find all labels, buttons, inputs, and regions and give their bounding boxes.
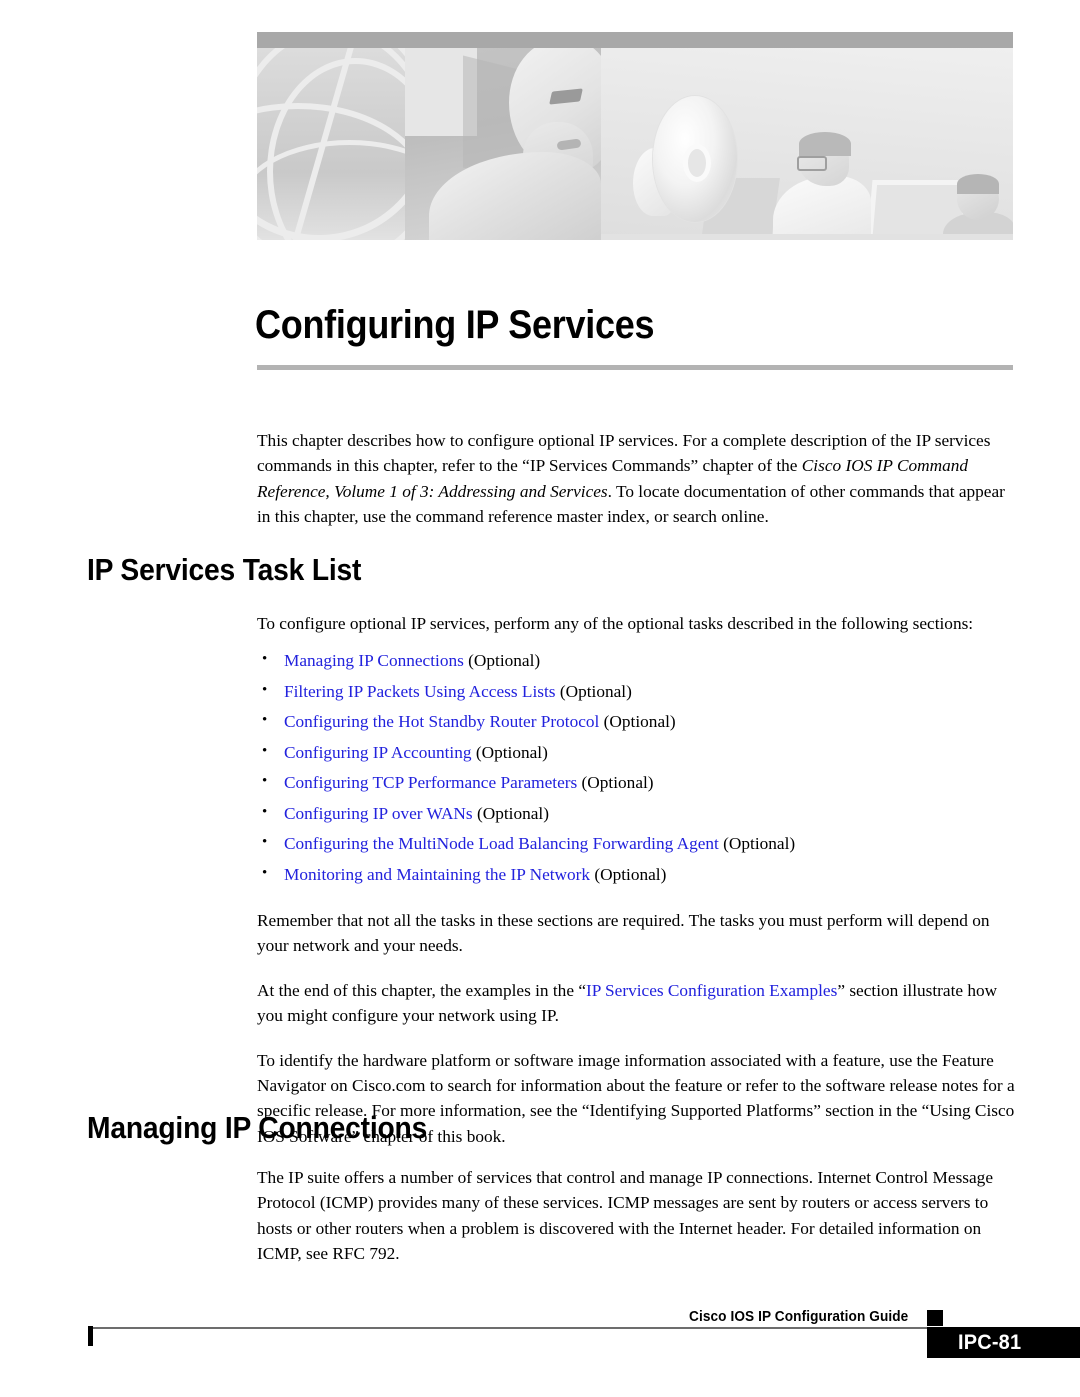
- link-filtering-ip-packets[interactable]: Filtering IP Packets Using Access Lists: [284, 682, 556, 701]
- section-heading-task-list: IP Services Task List: [87, 552, 362, 587]
- optional-tag: (Optional): [472, 803, 549, 823]
- chapter-intro: This chapter describes how to configure …: [257, 428, 1017, 549]
- managing-ip-connections-section: The IP suite offers a number of services…: [257, 1165, 1017, 1286]
- link-tcp-performance-parameters[interactable]: Configuring TCP Performance Parameters: [284, 773, 577, 792]
- paragraph-examples: At the end of this chapter, the examples…: [257, 978, 1017, 1029]
- footer-divider: [88, 1327, 1013, 1329]
- optional-tag: (Optional): [718, 834, 796, 854]
- chapter-title: Configuring IP Services: [255, 303, 655, 347]
- paragraph-icmp: The IP suite offers a number of services…: [257, 1168, 993, 1264]
- list-item: Configuring the MultiNode Load Balancing…: [257, 830, 1017, 856]
- person-hair: [957, 174, 999, 194]
- list-item: Configuring IP over WANs (Optional): [257, 800, 1017, 826]
- disc-hole: [683, 144, 711, 182]
- footer-guide-title: Cisco IOS IP Configuration Guide: [688, 1309, 908, 1325]
- list-item: Managing IP Connections (Optional): [257, 647, 1017, 673]
- task-list-section: To configure optional IP services, perfo…: [257, 611, 1017, 1168]
- task-list-lead: To configure optional IP services, perfo…: [257, 614, 974, 633]
- examples-text-before: At the end of this chapter, the examples…: [257, 980, 586, 1000]
- intro-paragraph: This chapter describes how to configure …: [257, 428, 1017, 530]
- banner-artwork: [257, 48, 1013, 240]
- task-list: Managing IP Connections (Optional) Filte…: [257, 647, 1017, 887]
- optional-tag: (Optional): [577, 773, 654, 793]
- optional-tag: (Optional): [590, 864, 667, 884]
- stylized-face-illustration: [405, 48, 601, 240]
- list-item: Configuring TCP Performance Parameters (…: [257, 769, 1017, 795]
- list-item: Configuring IP Accounting (Optional): [257, 739, 1017, 765]
- globe-wireframe-icon: [257, 48, 405, 240]
- chapter-banner-image: [257, 32, 1013, 240]
- page-number: IPC-81: [958, 1331, 1022, 1354]
- title-divider: [257, 365, 1013, 370]
- person-hair: [799, 132, 851, 156]
- list-item: Configuring the Hot Standby Router Proto…: [257, 708, 1017, 734]
- glasses-icon: [797, 156, 827, 171]
- optional-tag: (Optional): [471, 742, 548, 762]
- paragraph-remember: Remember that not all the tasks in these…: [257, 910, 990, 956]
- banner-top-strip: [257, 32, 1013, 48]
- link-hot-standby-router-protocol[interactable]: Configuring the Hot Standby Router Proto…: [284, 712, 599, 731]
- link-configuring-ip-over-wans[interactable]: Configuring IP over WANs: [284, 804, 473, 823]
- link-managing-ip-connections[interactable]: Managing IP Connections: [284, 651, 464, 670]
- section-heading-managing-ip-connections: Managing IP Connections: [87, 1110, 428, 1145]
- list-item: Monitoring and Maintaining the IP Networ…: [257, 861, 1017, 887]
- footer-square-marker: [927, 1310, 943, 1326]
- link-configuring-ip-accounting[interactable]: Configuring IP Accounting: [284, 743, 472, 762]
- footer-left-tick-mark: [88, 1326, 93, 1346]
- link-ip-services-configuration-examples[interactable]: IP Services Configuration Examples: [586, 981, 837, 1000]
- office-scene-illustration: [601, 48, 1013, 240]
- optional-tag: (Optional): [555, 681, 632, 701]
- optional-tag: (Optional): [599, 712, 676, 732]
- link-monitoring-maintaining-ip-network[interactable]: Monitoring and Maintaining the IP Networ…: [284, 865, 590, 884]
- link-multinode-load-balancing[interactable]: Configuring the MultiNode Load Balancing…: [284, 834, 719, 853]
- list-item: Filtering IP Packets Using Access Lists …: [257, 678, 1017, 704]
- optional-tag: (Optional): [463, 651, 541, 671]
